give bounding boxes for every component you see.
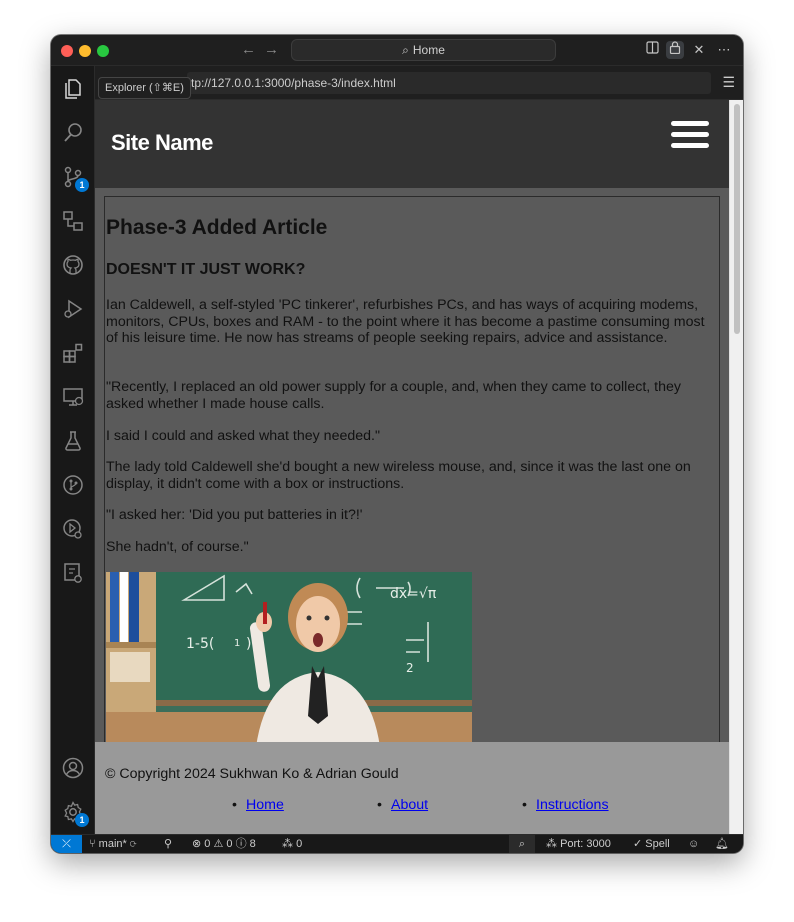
remote-explorer-icon[interactable]: [61, 209, 85, 233]
broadcast-icon: ⁂: [282, 838, 293, 850]
info-icon: ⓘ: [235, 838, 247, 850]
hamburger-menu-icon[interactable]: [671, 121, 709, 151]
remote-indicator-icon[interactable]: ⤫: [51, 835, 82, 853]
editor-window: ← → ⌕ Home ✕ ⋯ 1 1 Explorer (⇧⌘E) http:/…: [51, 35, 743, 853]
search-icon: ⌕: [402, 43, 409, 57]
broadcast-icon: ⁂: [546, 838, 557, 850]
about-link[interactable]: About: [391, 797, 428, 813]
svg-text:1-5(: 1-5(: [186, 636, 214, 652]
more-actions-icon[interactable]: ⋯: [715, 41, 733, 59]
branch-status[interactable]: ⑂ main* ⟳: [89, 835, 136, 853]
svg-text:1: 1: [234, 638, 240, 649]
footer-nav-item-instructions: • Instructions: [522, 797, 609, 813]
explorer-tooltip: Explorer (⇧⌘E): [98, 77, 191, 99]
footer-nav: • Home • About • Instructions: [95, 797, 729, 817]
article-image: 1-5( 1 ) 3 dx=√π 2: [106, 572, 472, 747]
article-title: Phase-3 Added Article: [106, 216, 328, 239]
branch-name: main*: [98, 838, 127, 850]
home-link[interactable]: Home: [246, 797, 284, 813]
maximize-window-button[interactable]: [97, 45, 109, 57]
infos-count: 8: [249, 838, 256, 850]
minimize-window-button[interactable]: [79, 45, 91, 57]
svg-text:): ): [246, 636, 251, 652]
instructions-link[interactable]: Instructions: [536, 797, 609, 813]
explorer-icon[interactable]: [61, 77, 85, 101]
copilot-icon[interactable]: ☺: [688, 835, 699, 853]
branch-icon: ⑂: [89, 838, 96, 850]
command-center-label: Home: [412, 43, 445, 57]
git-graph-icon[interactable]: [61, 473, 85, 497]
source-control-icon[interactable]: 1: [61, 165, 89, 192]
status-bar: ⤫ ⑂ main* ⟳ ⚲ ⊗ 0 ⚠ 0 ⓘ 8 ⁂ 0 ⌕ ⁂ Port: …: [51, 834, 743, 853]
ports-status[interactable]: ⁂ 0: [282, 835, 302, 853]
settings-badge: 1: [75, 813, 89, 827]
site-header: Site Name: [95, 100, 729, 188]
main-content: Phase-3 Added Article DOESN'T IT JUST WO…: [95, 188, 729, 756]
title-bar: ← → ⌕ Home ✕ ⋯: [51, 35, 743, 66]
dev-container-icon[interactable]: [61, 561, 85, 585]
toggle-panel-icon[interactable]: [643, 41, 661, 59]
source-control-badge: 1: [75, 178, 89, 192]
close-icon[interactable]: ✕: [690, 41, 708, 59]
footer-nav-item-about: • About: [377, 797, 429, 813]
browser-url-bar: http://127.0.0.1:3000/phase-3/index.html…: [95, 66, 743, 100]
article-paragraph: Ian Caldewell, a self-styled 'PC tinkere…: [106, 297, 705, 346]
article-paragraph: She hadn't, of course.": [106, 539, 249, 555]
extensions-icon[interactable]: [61, 341, 85, 365]
problems-status[interactable]: ⊗ 0 ⚠ 0 ⓘ 8: [192, 835, 256, 853]
url-text: http://127.0.0.1:3000/phase-3/index.html: [187, 76, 396, 90]
scrollbar-thumb[interactable]: [734, 104, 740, 334]
zoom-icon[interactable]: ⌕: [509, 835, 535, 853]
site-name[interactable]: Site Name: [111, 130, 213, 156]
sync-icon: ⟳: [129, 838, 137, 850]
live-preview-icon[interactable]: [61, 517, 85, 541]
menu-icon[interactable]: ☰: [722, 74, 735, 90]
svg-text:dx=√π: dx=√π: [390, 586, 437, 602]
spell-label: Spell: [645, 838, 670, 850]
warnings-count: 0: [226, 838, 233, 850]
gear-icon[interactable]: 1: [61, 800, 89, 827]
command-center-search[interactable]: ⌕ Home: [291, 39, 556, 61]
browser-viewport: Site Name Phase-3 Added Article DOESN'T …: [95, 100, 743, 834]
close-window-button[interactable]: [61, 45, 73, 57]
account-icon[interactable]: [61, 756, 85, 780]
port-status[interactable]: ⁂ Port: 3000: [546, 835, 611, 853]
errors-count: 0: [204, 838, 211, 850]
notifications-bell-icon[interactable]: 🔔︎: [715, 835, 729, 853]
article-subtitle: DOESN'T IT JUST WORK?: [106, 261, 306, 278]
footer-nav-item-home: • Home: [232, 797, 284, 813]
article-paragraph: The lady told Caldewell she'd bought a n…: [106, 459, 691, 492]
article-paragraph: "Recently, I replaced an old power suppl…: [106, 379, 681, 412]
article-paragraph: I said I could and asked what they neede…: [106, 428, 380, 444]
arrow-left-icon[interactable]: ←: [241, 40, 256, 60]
article-paragraph: "I asked her: 'Did you put batteries in …: [106, 507, 363, 523]
lock-icon[interactable]: [666, 41, 684, 59]
viewport-scrollbar[interactable]: [729, 100, 743, 834]
site-footer: © Copyright 2024 Sukhwan Ko & Adrian Gou…: [95, 742, 729, 834]
url-input[interactable]: http://127.0.0.1:3000/phase-3/index.html: [187, 72, 711, 94]
github-icon[interactable]: [61, 253, 85, 277]
activity-bar: 1 1: [51, 66, 95, 834]
run-debug-icon[interactable]: [61, 297, 85, 321]
article: Phase-3 Added Article DOESN'T IT JUST WO…: [104, 196, 720, 756]
warning-icon: ⚠: [213, 838, 224, 850]
search-icon[interactable]: [61, 121, 85, 145]
error-icon: ⊗: [192, 838, 202, 850]
remote-monitor-icon[interactable]: [61, 385, 85, 409]
git-graph-status-icon[interactable]: ⚲: [164, 835, 172, 853]
port-label: Port: 3000: [560, 838, 611, 850]
svg-text:2: 2: [406, 661, 414, 675]
copyright-text: © Copyright 2024 Sukhwan Ko & Adrian Gou…: [105, 766, 399, 782]
arrow-right-icon[interactable]: →: [264, 40, 279, 60]
ports-count: 0: [296, 838, 303, 850]
spell-status[interactable]: ✓ Spell: [633, 835, 670, 853]
testing-icon[interactable]: [61, 429, 85, 453]
check-icon: ✓: [633, 838, 643, 850]
